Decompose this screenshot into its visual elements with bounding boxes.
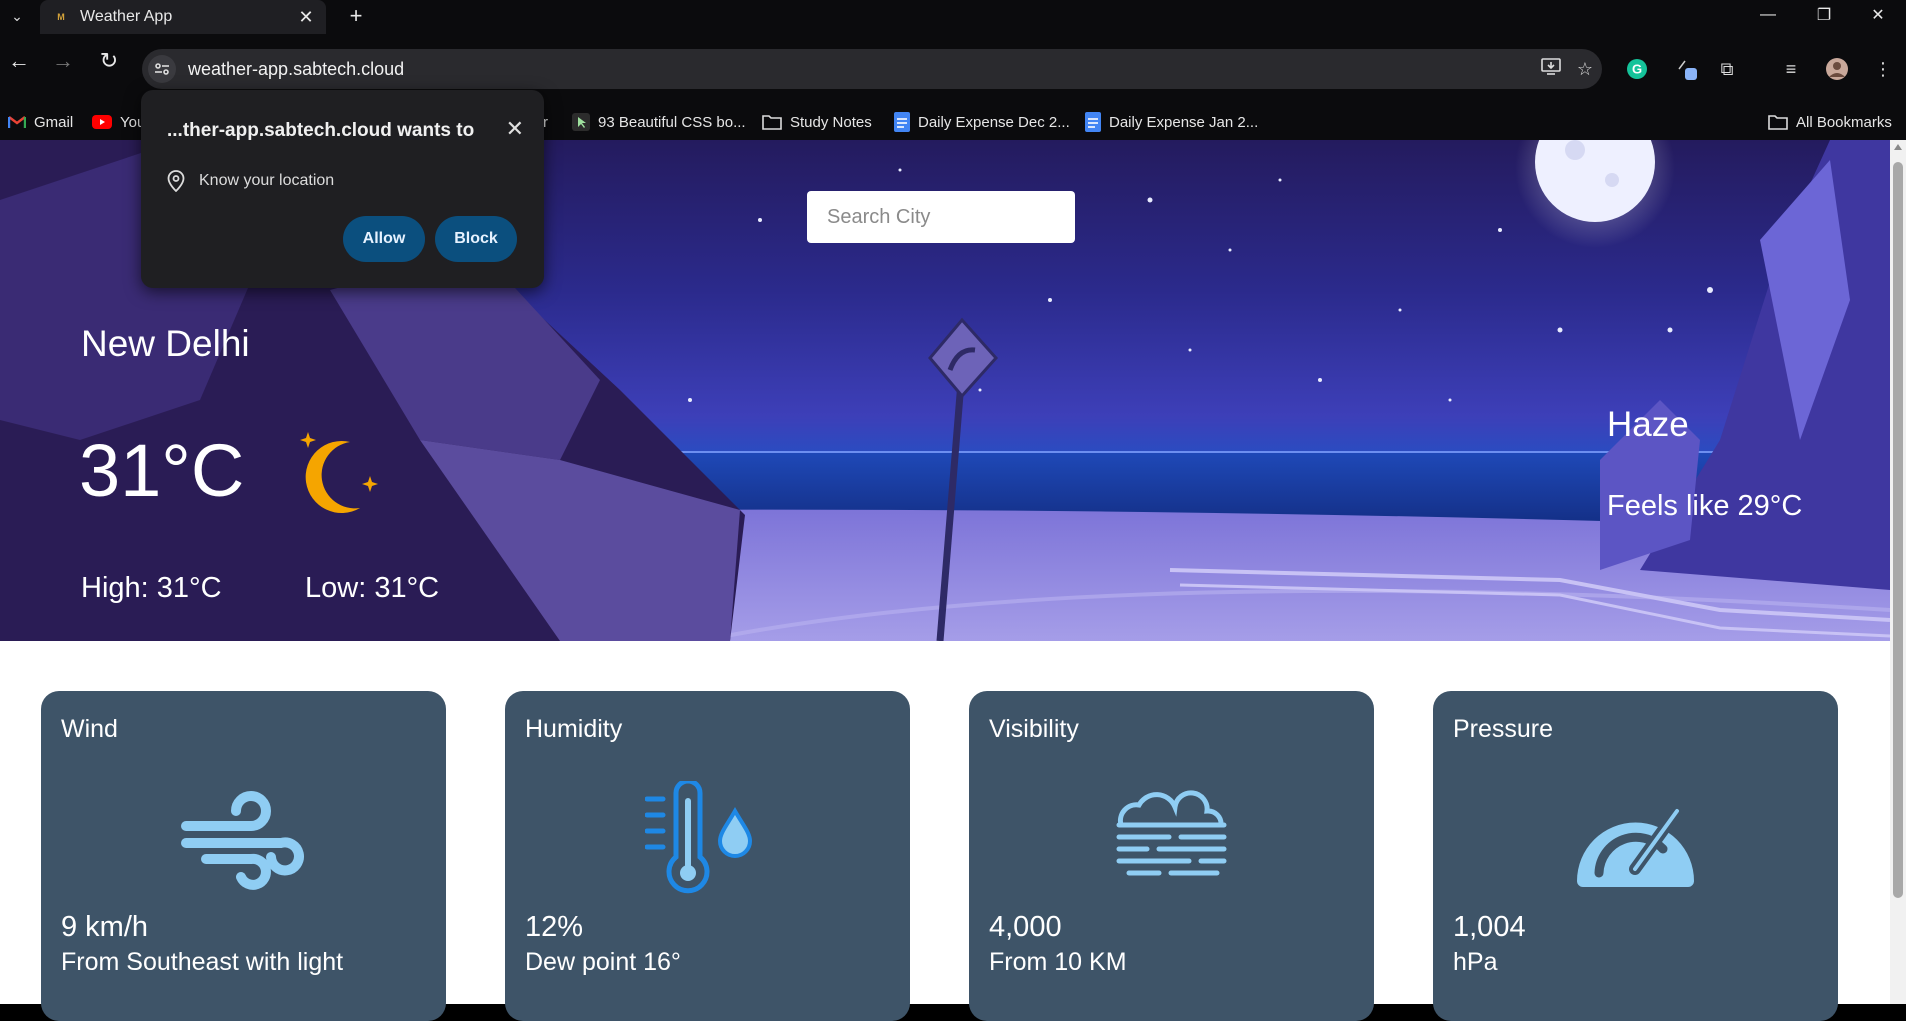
bookmark-folder-study-notes[interactable]: Study Notes <box>762 104 872 140</box>
card-description: hPa <box>1453 948 1498 976</box>
url-text: weather-app.sabtech.cloud <box>188 58 405 79</box>
wind-card: Wind 9 km/h From Southeast with light <box>41 691 446 1021</box>
feels-like: Feels like 29°C <box>1607 490 1803 522</box>
bookmark-star-icon[interactable]: ☆ <box>1568 59 1602 80</box>
site-info-icon[interactable] <box>148 55 176 83</box>
bookmark-daily-expense-jan[interactable]: Daily Expense Jan 2... <box>1085 104 1258 140</box>
bookmark-label: Daily Expense Dec 2... <box>918 113 1070 131</box>
media-controls-icon[interactable]: ≡ <box>1776 54 1806 84</box>
tab-strip: ⌄ M Weather App ✕ + — ❐ ✕ <box>0 0 1906 34</box>
folder-icon <box>1768 114 1788 130</box>
bookmark-label: Gmail <box>34 113 74 131</box>
favicon-icon: M <box>57 12 65 22</box>
bookmark-label: Daily Expense Jan 2... <box>1109 113 1259 131</box>
card-description: From Southeast with light <box>61 948 344 976</box>
profile-avatar[interactable] <box>1822 54 1852 84</box>
restore-button[interactable]: ❐ <box>1796 0 1852 30</box>
bookmark-gmail[interactable]: Gmail <box>8 104 73 140</box>
card-description: Dew point 16° <box>525 948 681 976</box>
weather-condition: Haze <box>1607 405 1689 444</box>
extensions-puzzle-icon[interactable]: ⧉ <box>1712 54 1742 84</box>
city-name: New Delhi <box>81 323 250 364</box>
crescent-moon-icon <box>300 432 378 514</box>
humidity-card: Humidity 12% Dew point 16° <box>505 691 910 1021</box>
new-tab-button[interactable]: + <box>342 2 370 30</box>
close-icon[interactable]: ✕ <box>506 116 524 142</box>
install-app-icon[interactable] <box>1534 57 1568 81</box>
scroll-up-arrow-icon[interactable] <box>1894 144 1902 150</box>
extension-icon[interactable] <box>1672 54 1702 84</box>
low-temperature: Low: 31°C <box>305 572 440 604</box>
high-temperature: High: 31°C <box>81 572 222 604</box>
permission-row: Know your location <box>167 170 334 192</box>
page-scrollbar[interactable] <box>1890 140 1906 1004</box>
svg-text:G: G <box>1632 62 1642 77</box>
pressure-card: Pressure 1,004 hPa <box>1433 691 1838 1021</box>
forward-button[interactable]: → <box>46 44 80 78</box>
address-bar[interactable]: weather-app.sabtech.cloud ☆ <box>142 49 1602 89</box>
google-docs-icon <box>1085 112 1101 132</box>
bookmark-css-borders[interactable]: 93 Beautiful CSS bo... <box>572 104 746 140</box>
weather-details-section: Wind 9 km/h From Southeast with light Hu… <box>0 641 1890 1021</box>
wind-icon <box>181 791 304 890</box>
card-title: Visibility <box>989 715 1079 743</box>
humidity-icon <box>645 781 753 894</box>
permission-label: Know your location <box>199 172 335 189</box>
location-permission-popup: ...ther-app.sabtech.cloud wants to ✕ Kno… <box>141 90 544 288</box>
visibility-card: Visibility 4,000 From 10 KM <box>969 691 1374 1021</box>
card-title: Wind <box>61 715 118 743</box>
grammarly-extension-icon[interactable]: G <box>1622 54 1652 84</box>
all-bookmarks-button[interactable]: All Bookmarks <box>1768 104 1892 140</box>
card-value: 4,000 <box>989 911 1062 943</box>
card-title: Pressure <box>1453 715 1554 743</box>
tab-weather-app[interactable]: M Weather App ✕ <box>40 0 326 34</box>
folder-icon <box>762 114 782 130</box>
tab-close-icon[interactable]: ✕ <box>296 7 316 28</box>
bookmark-youtube[interactable]: You <box>92 104 145 140</box>
tab-title: Weather App <box>80 8 173 25</box>
back-button[interactable]: ← <box>2 44 36 78</box>
bookmark-label: Study Notes <box>790 113 872 131</box>
cursor-favicon-icon <box>572 113 590 131</box>
fog-icon <box>1116 790 1227 876</box>
bookmark-label: 93 Beautiful CSS bo... <box>598 113 746 131</box>
bookmark-label: All Bookmarks <box>1796 113 1892 131</box>
close-window-button[interactable]: ✕ <box>1850 0 1906 30</box>
block-button[interactable]: Block <box>435 216 517 262</box>
location-pin-icon <box>167 170 185 192</box>
reload-button[interactable]: ↻ <box>92 44 126 78</box>
gauge-icon <box>1577 805 1694 887</box>
youtube-icon <box>92 115 112 129</box>
card-description: From 10 KM <box>989 948 1127 976</box>
popup-title: ...ther-app.sabtech.cloud wants to <box>167 120 475 141</box>
google-docs-icon <box>894 112 910 132</box>
card-value: 9 km/h <box>61 911 149 943</box>
browser-menu-icon[interactable]: ⋮ <box>1868 54 1898 84</box>
card-value: 1,004 <box>1453 911 1526 943</box>
minimize-button[interactable]: — <box>1740 0 1796 30</box>
allow-button[interactable]: Allow <box>343 216 425 262</box>
tab-search-menu[interactable]: ⌄ <box>6 4 28 28</box>
card-value: 12% <box>525 911 584 943</box>
search-city-input[interactable] <box>807 191 1075 243</box>
gmail-icon <box>8 115 26 129</box>
scrollbar-thumb[interactable] <box>1893 162 1903 898</box>
card-title: Humidity <box>525 715 623 743</box>
bookmark-daily-expense-dec[interactable]: Daily Expense Dec 2... <box>894 104 1070 140</box>
current-temperature: 31°C <box>79 429 245 512</box>
